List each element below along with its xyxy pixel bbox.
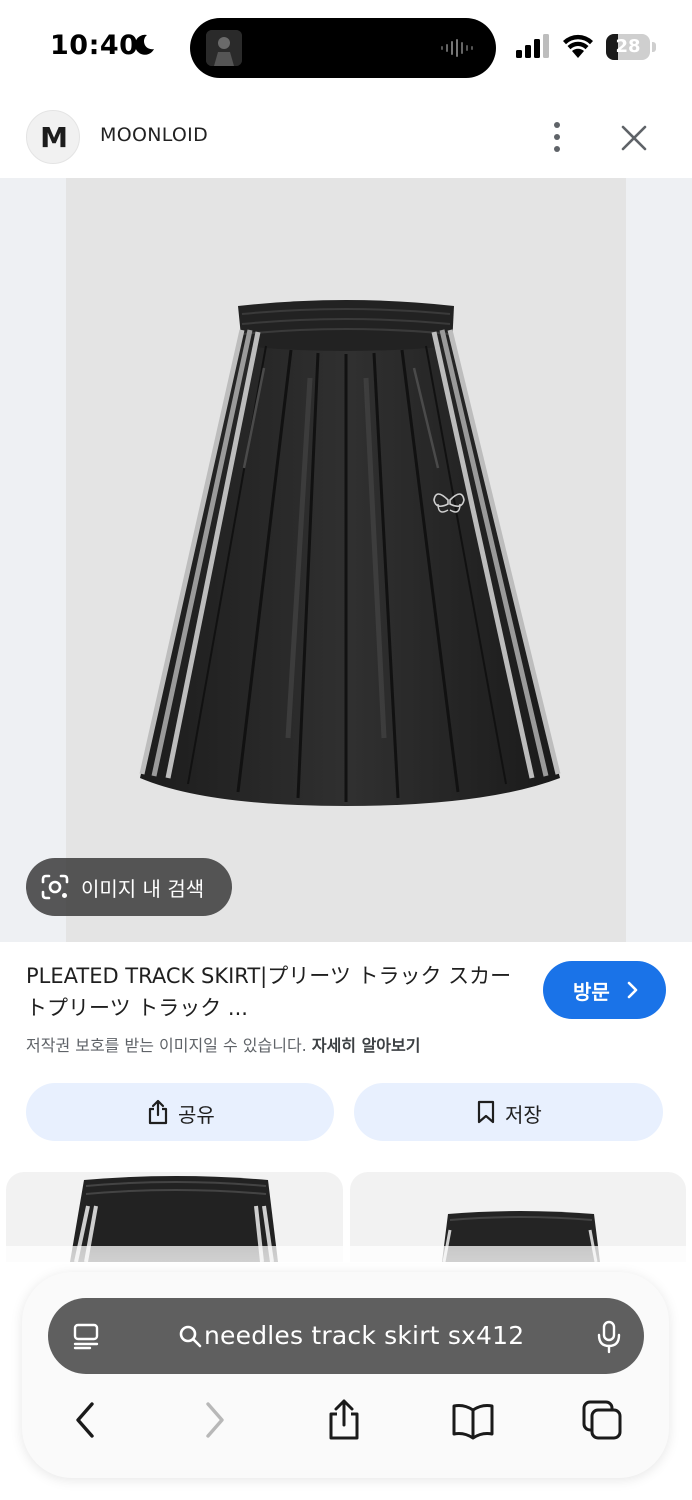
now-playing-artwork	[206, 30, 242, 66]
search-icon	[179, 1325, 202, 1348]
wifi-icon	[563, 34, 593, 58]
status-time: 10:40	[50, 30, 139, 61]
product-image[interactable]	[66, 178, 626, 942]
result-info: PLEATED TRACK SKIRT|プリーツ トラック スカートプリーツ ト…	[0, 942, 692, 1172]
microphone-icon[interactable]	[596, 1320, 622, 1354]
status-bar: 10:40 28	[0, 0, 692, 96]
result-title[interactable]: PLEATED TRACK SKIRT|プリーツ トラック スカートプリーツ ト…	[26, 960, 526, 1024]
forward-arrow-icon[interactable]	[200, 1398, 230, 1442]
google-lens-icon	[41, 874, 69, 900]
source-name[interactable]: MOONLOID	[100, 124, 208, 146]
back-arrow-icon[interactable]	[70, 1398, 100, 1442]
address-bar-query[interactable]: needles track skirt sx412	[204, 1321, 524, 1350]
learn-more-link[interactable]: 자세히 알아보기	[312, 1036, 421, 1055]
save-button[interactable]: 저장	[354, 1083, 663, 1141]
track-skirt-illustration	[139, 300, 561, 806]
chevron-right-icon	[627, 981, 638, 999]
source-logo[interactable]: M	[26, 110, 80, 164]
close-icon[interactable]	[614, 118, 654, 158]
save-label: 저장	[505, 1103, 542, 1127]
image-viewer[interactable]: 이미지 내 검색	[0, 178, 692, 942]
share-icon	[148, 1099, 168, 1125]
bookmark-icon	[477, 1100, 495, 1124]
moon-icon	[134, 34, 154, 55]
copyright-text: 저작권 보호를 받는 이미지일 수 있습니다.	[26, 1036, 307, 1055]
tabs-icon[interactable]	[580, 1398, 624, 1442]
tab-overview-icon[interactable]	[72, 1322, 100, 1350]
search-inside-image-label: 이미지 내 검색	[81, 877, 205, 901]
audio-waveform-icon	[441, 39, 473, 57]
share-button[interactable]: 공유	[26, 1083, 334, 1141]
dynamic-island	[190, 18, 496, 78]
search-inside-image-button[interactable]: 이미지 내 검색	[26, 858, 232, 916]
more-vertical-icon[interactable]	[538, 118, 576, 156]
source-header: M MOONLOID	[0, 100, 692, 178]
battery-icon: 28	[606, 34, 656, 60]
battery-level: 28	[615, 36, 641, 57]
visit-button[interactable]: 방문	[543, 961, 666, 1019]
share-label: 공유	[178, 1103, 215, 1127]
share-icon[interactable]	[324, 1398, 364, 1442]
address-bar[interactable]: needles track skirt sx412	[48, 1298, 644, 1374]
copyright-notice: 저작권 보호를 받는 이미지일 수 있습니다. 자세히 알아보기	[26, 1032, 420, 1056]
bookmarks-icon[interactable]	[450, 1398, 496, 1442]
source-logo-letter: M	[40, 121, 68, 154]
visit-label: 방문	[573, 980, 610, 1004]
cellular-signal-icon	[516, 34, 549, 58]
